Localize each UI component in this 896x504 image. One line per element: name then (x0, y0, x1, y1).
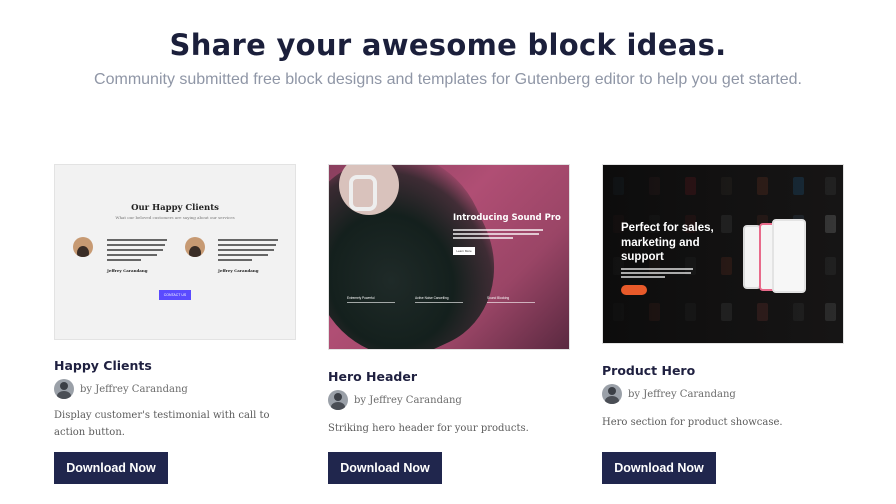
block-card-product-hero: Perfect for sales, marketing and support… (602, 164, 846, 431)
block-card-hero-header: Introducing Sound Pro Learn More Extreme… (328, 164, 572, 437)
download-button[interactable]: Download Now (54, 452, 168, 484)
testimonial-avatar (185, 237, 205, 257)
author-avatar (602, 384, 622, 404)
testimonial-name: Jeffrey Carandang (107, 268, 148, 273)
testimonial-name: Jeffrey Carandang (218, 268, 259, 273)
author-avatar (54, 379, 74, 399)
headphones-icon (349, 175, 377, 211)
thumb-cta-button: CONTACT US (159, 290, 191, 300)
card-thumbnail[interactable]: Our Happy Clients What our beloved custo… (54, 164, 296, 340)
testimonial-avatar (73, 237, 93, 257)
card-description: Display customer's testimonial with call… (54, 410, 270, 438)
card-title[interactable]: Product Hero (602, 363, 846, 378)
author-avatar (328, 390, 348, 410)
thumb-feature: Extremely Powerful (347, 296, 375, 300)
card-description: Hero section for product showcase. (602, 417, 783, 428)
thumb-heading: Our Happy Clients (131, 203, 219, 213)
card-title[interactable]: Happy Clients (54, 358, 298, 373)
author-name: by Jeffrey Carandang (354, 394, 462, 406)
download-button[interactable]: Download Now (328, 452, 442, 484)
card-author: by Jeffrey Carandang (602, 384, 846, 404)
thumb-heading: Introducing Sound Pro (453, 213, 561, 223)
card-thumbnail[interactable]: Perfect for sales, marketing and support (602, 164, 844, 344)
author-name: by Jeffrey Carandang (80, 383, 188, 395)
thumb-subheading: What our beloved customers are saying ab… (115, 215, 235, 220)
page-subtitle: Community submitted free block designs a… (94, 71, 802, 88)
author-name: by Jeffrey Carandang (628, 388, 736, 400)
thumb-cta-button (621, 285, 647, 295)
block-card-happy-clients: Our Happy Clients What our beloved custo… (54, 164, 298, 441)
card-thumbnail[interactable]: Introducing Sound Pro Learn More Extreme… (328, 164, 570, 350)
device-mockup (772, 219, 806, 293)
card-description: Striking hero header for your products. (328, 423, 529, 434)
thumb-feature: Active Noise Cancelling (415, 296, 449, 300)
thumb-cta-button: Learn More (453, 247, 475, 255)
thumb-feature: Sound Blocking (487, 296, 510, 300)
card-title[interactable]: Hero Header (328, 369, 572, 384)
download-button[interactable]: Download Now (602, 452, 716, 484)
page-title: Share your awesome block ideas. (169, 28, 727, 62)
card-author: by Jeffrey Carandang (328, 390, 572, 410)
thumb-heading: Perfect for sales, marketing and support (621, 222, 714, 263)
card-author: by Jeffrey Carandang (54, 379, 298, 399)
